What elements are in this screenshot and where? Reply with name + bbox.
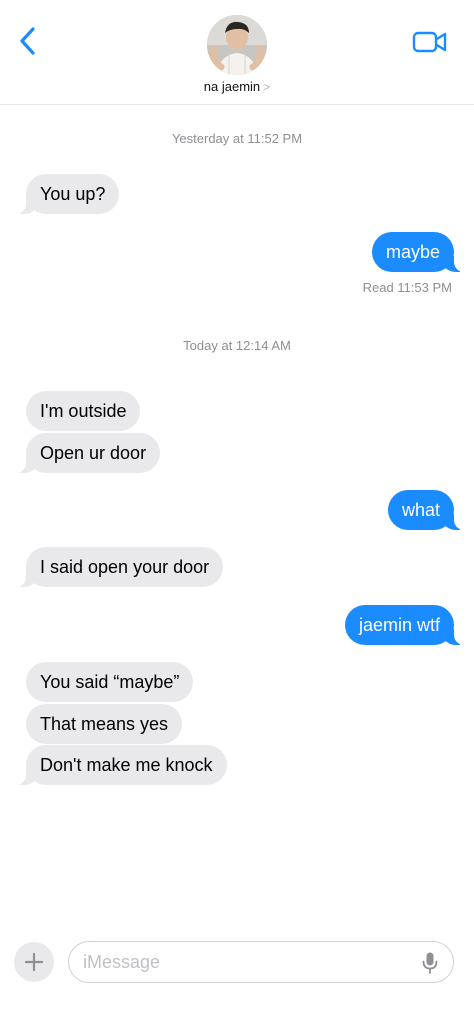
conversation-header: na jaemin > [0, 0, 474, 105]
chevron-left-icon [20, 27, 35, 55]
contact-avatar[interactable] [207, 15, 267, 75]
facetime-video-button[interactable] [412, 28, 448, 56]
incoming-message-bubble[interactable]: Open ur door [15, 433, 161, 473]
apps-button[interactable] [14, 942, 54, 982]
incoming-message-bubble[interactable]: I said open your door [15, 547, 224, 587]
timestamp-time: at 11:52 PM [232, 131, 303, 146]
message-text: what [401, 500, 440, 520]
avatar-photo [207, 15, 267, 75]
imessage-input[interactable]: iMessage [68, 941, 454, 983]
incoming-message-bubble[interactable]: That means yes [26, 704, 183, 744]
incoming-message-bubble[interactable]: Don't make me knock [16, 745, 227, 785]
incoming-message-bubble[interactable]: You up? [15, 174, 120, 214]
incoming-message-bubble[interactable]: I'm outside [26, 391, 141, 431]
timestamp-time: at 12:14 AM [221, 338, 291, 353]
contact-name-button[interactable]: na jaemin > [0, 79, 474, 94]
incoming-message-bubble[interactable]: You said “maybe” [26, 662, 194, 702]
message-text: jaemin wtf [358, 615, 440, 635]
outgoing-message-bubble[interactable]: maybe [371, 232, 465, 272]
message-text: Open ur door [40, 443, 147, 463]
timestamp: Yesterday at 11:52 PM [0, 131, 474, 146]
microphone-icon [422, 952, 438, 974]
dictation-button[interactable] [421, 951, 439, 975]
back-button[interactable] [14, 26, 42, 56]
input-placeholder: iMessage [83, 952, 161, 972]
message-text: Don't make me knock [40, 755, 213, 775]
message-text: You up? [40, 184, 106, 204]
timestamp-day: Yesterday [171, 131, 230, 146]
message-text: I said open your door [40, 557, 210, 577]
message-text: maybe [385, 242, 440, 262]
chevron-right-icon: > [263, 80, 271, 94]
timestamp-day: Today [183, 338, 218, 353]
message-text: I'm outside [40, 401, 127, 421]
plus-icon [24, 952, 44, 972]
timestamp: Today at 12:14 AM [0, 338, 474, 353]
message-text: That means yes [40, 714, 169, 734]
outgoing-message-bubble[interactable]: jaemin wtf [344, 605, 465, 645]
read-receipt: Read 11:53 PM [362, 280, 452, 295]
message-text: You said “maybe” [40, 672, 180, 692]
message-composer: iMessage [0, 930, 474, 1000]
contact-name: na jaemin [203, 79, 261, 94]
video-camera-icon [412, 31, 447, 53]
outgoing-message-bubble[interactable]: what [387, 490, 465, 530]
